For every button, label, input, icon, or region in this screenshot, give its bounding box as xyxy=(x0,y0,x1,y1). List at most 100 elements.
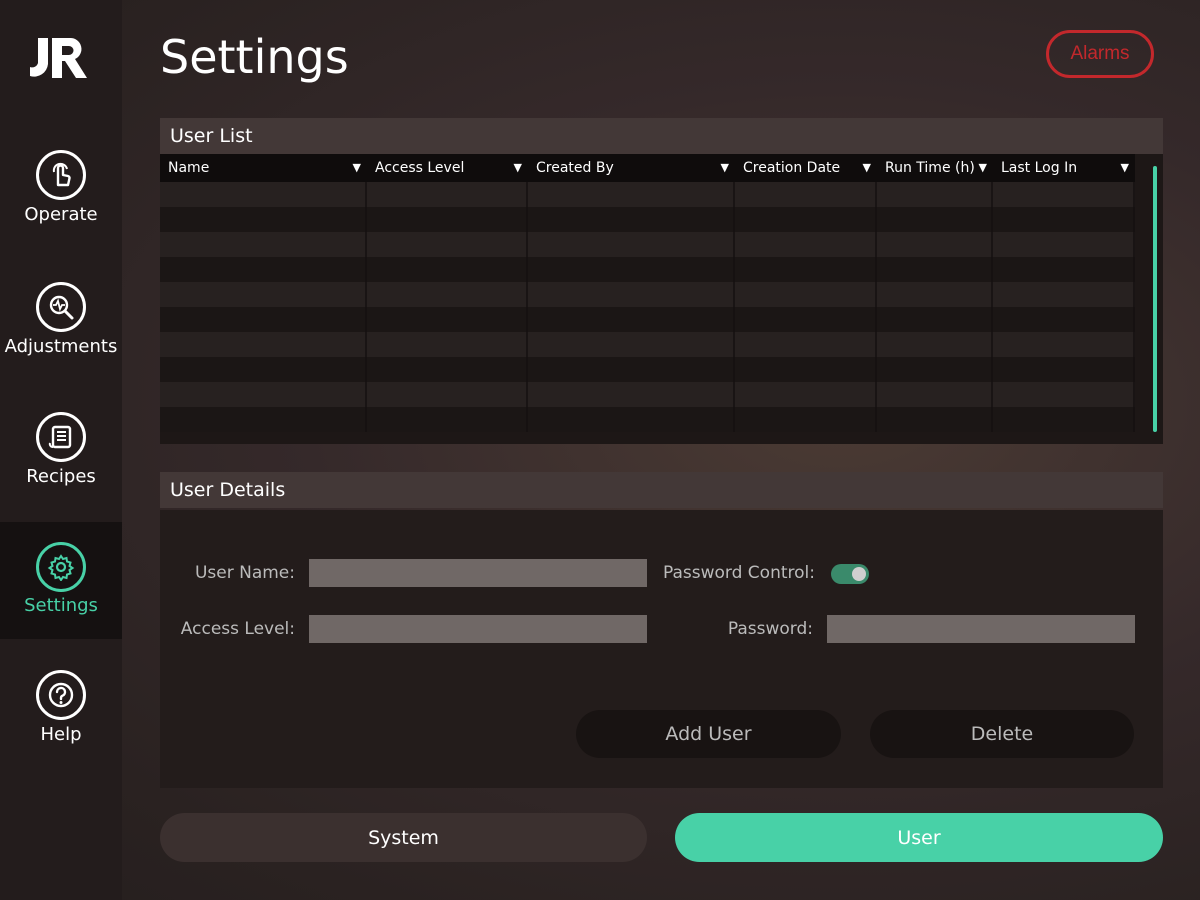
table-cell xyxy=(993,382,1135,407)
table-cell xyxy=(528,282,735,307)
user-name-input[interactable] xyxy=(309,559,647,587)
table-cell xyxy=(528,407,735,432)
table-cell xyxy=(160,382,367,407)
nav-settings[interactable]: Settings xyxy=(0,522,122,639)
table-cell xyxy=(528,382,735,407)
table-cell xyxy=(993,357,1135,382)
table-cell xyxy=(877,232,993,257)
table-cell xyxy=(735,332,877,357)
hand-pointer-icon xyxy=(36,150,86,200)
nav-recipes[interactable]: Recipes xyxy=(0,412,122,530)
table-row[interactable] xyxy=(160,207,1135,232)
table-cell xyxy=(367,332,528,357)
table-row[interactable] xyxy=(160,307,1135,332)
table-cell xyxy=(160,232,367,257)
table-row[interactable] xyxy=(160,382,1135,407)
table-row[interactable] xyxy=(160,332,1135,357)
table-header-row: Name ▼ Access Level ▼ Created By ▼ Creation… xyxy=(160,154,1135,182)
password-input[interactable] xyxy=(827,615,1135,643)
sort-arrow-icon: ▼ xyxy=(1120,161,1129,174)
table-cell xyxy=(367,207,528,232)
gear-icon xyxy=(36,542,86,592)
table-cell xyxy=(735,282,877,307)
sort-arrow-icon: ▼ xyxy=(862,161,871,174)
table-cell xyxy=(735,182,877,207)
nav-label-operate: Operate xyxy=(24,204,98,225)
table-cell xyxy=(993,282,1135,307)
tab-system[interactable]: System xyxy=(160,813,647,862)
column-header-last-log-in[interactable]: Last Log In ▼ xyxy=(993,154,1135,182)
table-row[interactable] xyxy=(160,282,1135,307)
add-user-button[interactable]: Add User xyxy=(576,710,841,758)
table-cell xyxy=(877,282,993,307)
table-row[interactable] xyxy=(160,357,1135,382)
table-cell xyxy=(993,182,1135,207)
table-cell xyxy=(877,382,993,407)
table-cell xyxy=(160,307,367,332)
table-cell xyxy=(993,332,1135,357)
password-control-toggle[interactable] xyxy=(831,564,869,584)
table-cell xyxy=(993,232,1135,257)
delete-button[interactable]: Delete xyxy=(870,710,1134,758)
question-icon xyxy=(36,670,86,720)
nav-help[interactable]: Help xyxy=(0,670,122,788)
table-cell xyxy=(877,407,993,432)
table-cell xyxy=(367,357,528,382)
table-cell xyxy=(160,182,367,207)
table-cell xyxy=(735,307,877,332)
table-cell xyxy=(367,257,528,282)
column-header-name[interactable]: Name ▼ xyxy=(160,154,367,182)
nav-label-adjustments: Adjustments xyxy=(4,336,118,357)
sort-arrow-icon: ▼ xyxy=(720,161,729,174)
table-row[interactable] xyxy=(160,232,1135,257)
table-row[interactable] xyxy=(160,407,1135,432)
table-cell xyxy=(367,232,528,257)
tab-user[interactable]: User xyxy=(675,813,1163,862)
jr-logo xyxy=(30,37,87,78)
table-cell xyxy=(735,232,877,257)
nav-operate[interactable]: Operate xyxy=(0,150,122,268)
table-cell xyxy=(528,307,735,332)
user-list-header: User List xyxy=(160,118,1163,154)
table-cell xyxy=(735,207,877,232)
table-cell xyxy=(993,257,1135,282)
table-row[interactable] xyxy=(160,182,1135,207)
column-header-creation-date[interactable]: Creation Date ▼ xyxy=(735,154,877,182)
sort-arrow-icon: ▼ xyxy=(978,161,987,174)
user-name-label: User Name: xyxy=(194,563,295,583)
table-cell xyxy=(367,407,528,432)
table-cell xyxy=(735,407,877,432)
nav-label-help: Help xyxy=(40,724,82,745)
nav-adjustments[interactable]: Adjustments xyxy=(0,282,122,400)
table-cell xyxy=(160,282,367,307)
access-level-label: Access Level: xyxy=(180,619,295,639)
table-cell xyxy=(528,257,735,282)
table-cell xyxy=(367,382,528,407)
table-cell xyxy=(877,357,993,382)
alarms-button[interactable]: Alarms xyxy=(1046,30,1154,78)
page-title: Settings xyxy=(160,30,349,84)
sort-arrow-icon: ▼ xyxy=(513,161,522,174)
column-header-access-level[interactable]: Access Level ▼ xyxy=(367,154,528,182)
document-list-icon xyxy=(36,412,86,462)
table-cell xyxy=(528,207,735,232)
table-cell xyxy=(735,257,877,282)
sort-arrow-icon: ▼ xyxy=(352,161,361,174)
table-cell xyxy=(877,257,993,282)
table-cell xyxy=(367,282,528,307)
nav-label-settings: Settings xyxy=(24,595,98,616)
table-cell xyxy=(528,357,735,382)
table-scrollbar[interactable] xyxy=(1153,166,1157,432)
access-level-input[interactable] xyxy=(309,615,647,643)
nav-label-recipes: Recipes xyxy=(26,466,96,487)
column-header-created-by[interactable]: Created By ▼ xyxy=(528,154,735,182)
magnifier-pulse-icon xyxy=(36,282,86,332)
table-cell xyxy=(877,307,993,332)
toggle-knob xyxy=(852,567,866,581)
column-header-run-time[interactable]: Run Time (h) ▼ xyxy=(877,154,993,182)
password-control-label: Password Control: xyxy=(663,563,815,583)
table-cell xyxy=(993,407,1135,432)
table-cell xyxy=(160,207,367,232)
table-row[interactable] xyxy=(160,257,1135,282)
table-cell xyxy=(993,207,1135,232)
